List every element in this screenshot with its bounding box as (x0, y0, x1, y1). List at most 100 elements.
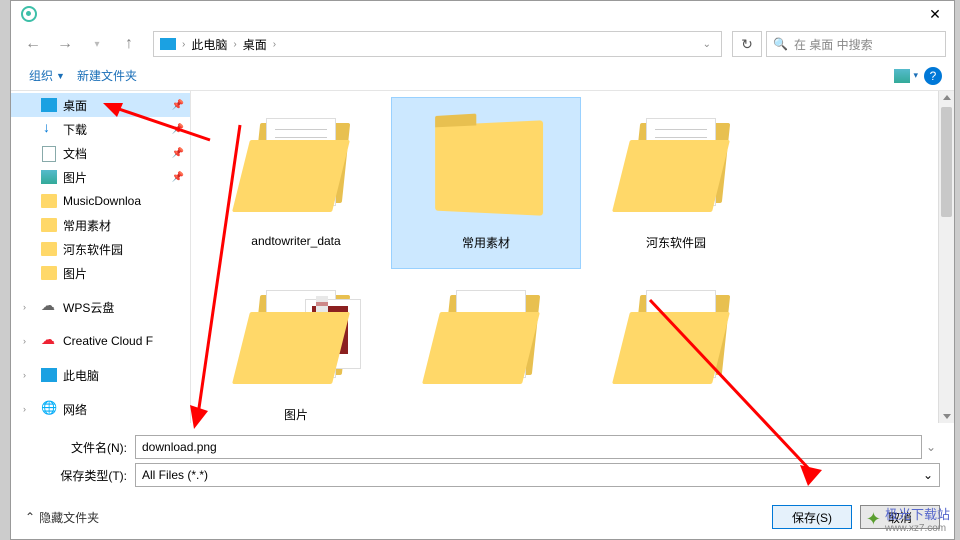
pin-icon: 📌 (172, 148, 184, 159)
filetype-label: 保存类型(T): (25, 467, 135, 484)
sidebar-label: Creative Cloud F (63, 334, 153, 348)
chevron-up-icon: ⌃ (25, 510, 35, 524)
new-folder-button[interactable]: 新建文件夹 (71, 65, 143, 86)
sidebar-label: 图片 (63, 169, 87, 186)
network-icon (41, 402, 57, 416)
navigation-bar: ← → ▾ ↑ › 此电脑 › 桌面 › ⌄ ↻ 🔍 在 桌面 中搜索 (11, 27, 954, 61)
hide-folders-button[interactable]: ⌃ 隐藏文件夹 (25, 509, 99, 526)
folder-item[interactable]: 图片 (201, 269, 391, 423)
save-dialog-window: ✕ ← → ▾ ↑ › 此电脑 › 桌面 › ⌄ ↻ 🔍 在 桌面 中搜索 组织… (10, 0, 955, 540)
filetype-select[interactable]: All Files (*.*) ⌄ (135, 463, 940, 487)
app-icon (21, 6, 37, 22)
save-button[interactable]: 保存(S) (772, 505, 852, 529)
sidebar-label: 此电脑 (63, 367, 99, 384)
folder-icon (41, 266, 57, 280)
watermark-text: 极光下载站 (885, 507, 950, 522)
crumb-separator: › (182, 39, 185, 50)
hide-folders-label: 隐藏文件夹 (39, 509, 99, 526)
folder-item[interactable]: 河东软件园 (581, 97, 771, 269)
search-icon: 🔍 (773, 37, 788, 51)
scrollbar-thumb[interactable] (941, 107, 952, 217)
search-box[interactable]: 🔍 在 桌面 中搜索 (766, 31, 946, 57)
chevron-down-icon: ▼ (56, 71, 65, 81)
folder-icon (236, 290, 356, 390)
sidebar-item-downloads[interactable]: 下载 📌 (11, 117, 190, 141)
cloud-icon (41, 334, 57, 348)
document-icon (41, 146, 57, 160)
pin-icon: 📌 (172, 172, 184, 183)
folder-icon (236, 118, 356, 218)
sidebar-item-pictures[interactable]: 图片 📌 (11, 165, 190, 189)
folder-icon (435, 120, 543, 215)
sidebar-label: 桌面 (63, 97, 87, 114)
close-button[interactable]: ✕ (920, 2, 950, 26)
chevron-icon: › (23, 404, 26, 414)
sidebar-item-folder[interactable]: MusicDownloa (11, 189, 190, 213)
sidebar-label: WPS云盘 (63, 299, 114, 316)
filename-input[interactable] (135, 435, 922, 459)
folder-item[interactable] (391, 269, 581, 423)
sidebar-label: 文档 (63, 145, 87, 162)
folder-icon (616, 118, 736, 218)
toolbar: 组织 ▼ 新建文件夹 ▾ ? (11, 61, 954, 91)
folder-icon (41, 218, 57, 232)
sidebar-label: 河东软件园 (63, 241, 123, 258)
sidebar-item-desktop[interactable]: 桌面 📌 (11, 93, 190, 117)
desktop-icon (41, 98, 57, 112)
pin-icon: 📌 (172, 124, 184, 135)
sidebar-label: 下载 (63, 121, 87, 138)
watermark-icon: ✦ (866, 509, 881, 530)
forward-button: → (51, 31, 79, 57)
back-button[interactable]: ← (19, 31, 47, 57)
pin-icon: 📌 (172, 100, 184, 111)
folder-icon (616, 290, 736, 390)
sidebar-item-network[interactable]: › 网络 (11, 397, 190, 421)
chevron-icon: › (23, 302, 26, 312)
sidebar-item-folder[interactable]: 图片 (11, 261, 190, 285)
chevron-down-icon: ▾ (913, 70, 918, 81)
refresh-button[interactable]: ↻ (732, 31, 762, 57)
folder-item[interactable]: andtowriter_data (201, 97, 391, 269)
folder-item[interactable] (581, 269, 771, 423)
watermark-url: www.xz7.com (885, 523, 950, 534)
sidebar-item-pc[interactable]: › 此电脑 (11, 363, 190, 387)
crumb-separator: › (273, 39, 276, 50)
breadcrumb-item[interactable]: 桌面 (243, 36, 267, 53)
chevron-icon: › (23, 370, 26, 380)
help-button[interactable]: ? (924, 67, 942, 85)
folder-item-selected[interactable]: 常用素材 (391, 97, 581, 269)
file-label: andtowriter_data (251, 234, 340, 248)
organize-menu[interactable]: 组织 ▼ (23, 65, 71, 86)
chevron-down-icon: ⌄ (923, 468, 933, 482)
folder-icon (426, 290, 546, 390)
sidebar-label: 图片 (63, 265, 87, 282)
sidebar-item-cc[interactable]: ›Creative Cloud F (11, 329, 190, 353)
sidebar-item-folder[interactable]: 常用素材 (11, 213, 190, 237)
history-dropdown[interactable]: ▾ (83, 31, 111, 57)
search-placeholder: 在 桌面 中搜索 (794, 36, 873, 53)
sidebar-item-documents[interactable]: 文档 📌 (11, 141, 190, 165)
up-button[interactable]: ↑ (115, 31, 143, 57)
download-icon (41, 122, 57, 136)
pictures-icon (41, 170, 57, 184)
cloud-icon (41, 300, 57, 314)
address-dropdown[interactable]: ⌄ (699, 39, 715, 50)
dialog-body: 桌面📌 下载📌 文档📌 图片📌 MusicDownloa 常用素材 河东软件园 … (11, 91, 954, 423)
save-form: 文件名(N): ⌄ 保存类型(T): All Files (*.*) ⌄ ⌃ 隐… (11, 423, 954, 539)
sidebar-label: 网络 (63, 401, 87, 418)
vertical-scrollbar[interactable] (938, 91, 954, 423)
sidebar-item-wps[interactable]: › WPS云盘 (11, 295, 190, 319)
organize-label: 组织 (29, 67, 53, 84)
view-menu[interactable]: ▾ (888, 67, 924, 85)
sidebar-label: MusicDownloa (63, 194, 141, 208)
breadcrumb-root[interactable]: 此电脑 (191, 36, 227, 53)
filename-label: 文件名(N): (25, 439, 135, 456)
pc-icon (41, 368, 57, 382)
file-grid[interactable]: andtowriter_data 常用素材 河东软件园 图片 (191, 91, 938, 423)
file-list-area: andtowriter_data 常用素材 河东软件园 图片 (191, 91, 954, 423)
file-label: 河东软件园 (646, 234, 706, 251)
address-bar[interactable]: › 此电脑 › 桌面 › ⌄ (153, 31, 722, 57)
folder-icon (41, 242, 57, 256)
sidebar-item-folder[interactable]: 河东软件园 (11, 237, 190, 261)
filename-dropdown[interactable]: ⌄ (922, 440, 940, 454)
